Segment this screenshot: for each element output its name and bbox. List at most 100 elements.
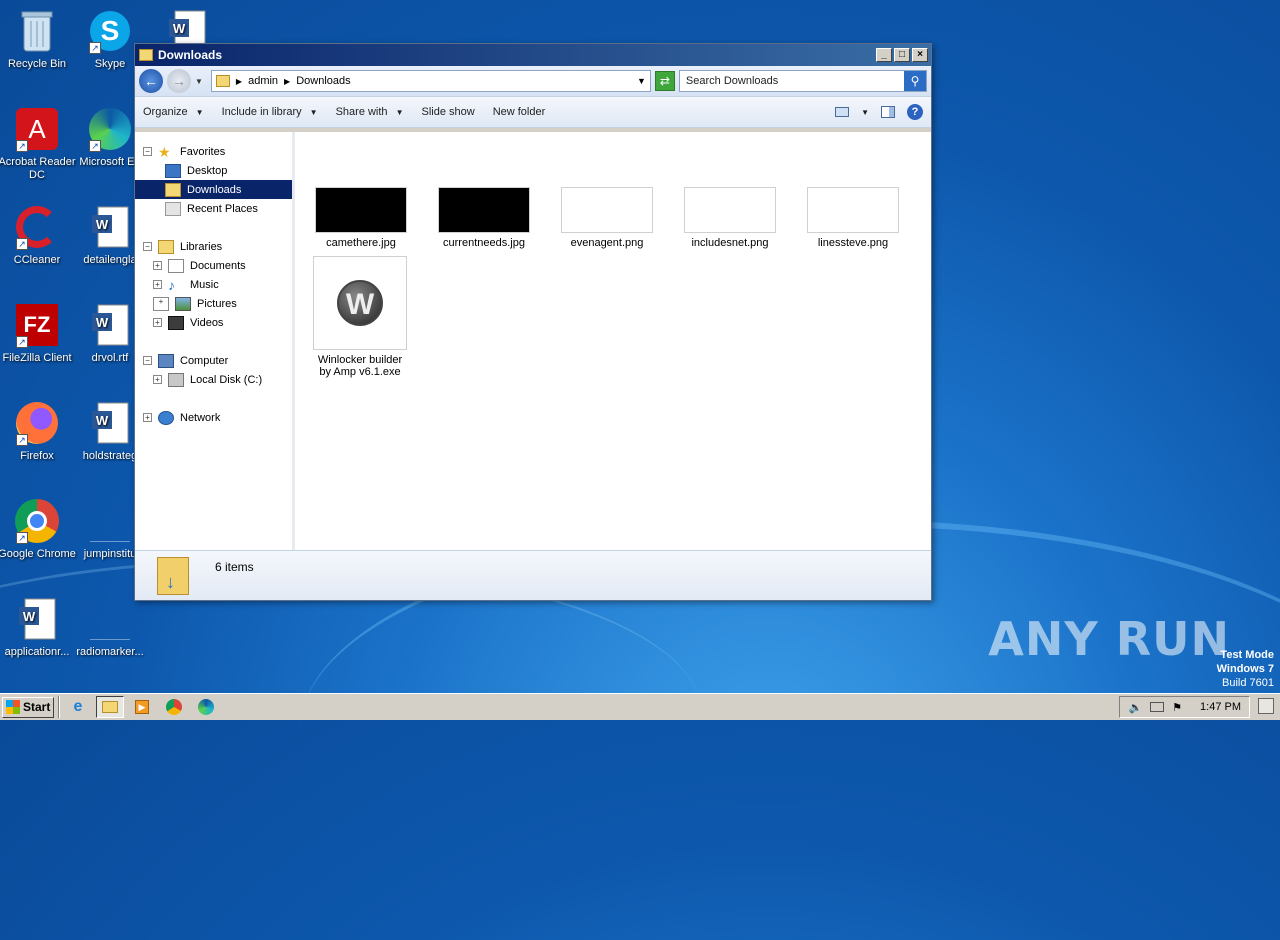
nav-downloads[interactable]: Downloads: [135, 180, 292, 199]
svg-text:W: W: [96, 413, 109, 428]
desktop-icon-radiomarker[interactable]: radiomarker...: [71, 596, 149, 659]
collapse-icon[interactable]: −: [143, 147, 152, 156]
svg-text:W: W: [173, 21, 186, 36]
search-box[interactable]: Search Downloads ⚲: [678, 70, 927, 92]
desktop-icon-label: Acrobat Reader DC: [0, 156, 76, 181]
skype-icon: S ↗: [87, 8, 133, 54]
breadcrumb-downloads[interactable]: Downloads: [296, 75, 350, 87]
help-icon[interactable]: ?: [907, 104, 923, 120]
nav-music[interactable]: + ♪ Music: [135, 275, 292, 294]
shortcut-arrow-icon: ↗: [16, 238, 28, 250]
close-button[interactable]: ×: [912, 48, 928, 62]
file-item[interactable]: W Winlocker builder by Amp v6.1.exe: [305, 256, 415, 378]
file-item[interactable]: currentneeds.jpg: [429, 187, 539, 249]
file-name: includesnet.png: [691, 237, 769, 249]
videos-icon: [168, 315, 184, 330]
breadcrumb-admin[interactable]: admin: [248, 75, 278, 87]
search-input[interactable]: Search Downloads: [686, 75, 778, 87]
desktop-icon: [165, 163, 181, 178]
minimize-button[interactable]: _: [876, 48, 892, 62]
edge-icon: [198, 699, 214, 715]
desktop-icon-recycle-bin[interactable]: Recycle Bin: [0, 8, 76, 71]
chrome-icon: [166, 699, 182, 715]
new-folder-button[interactable]: New folder: [493, 106, 546, 118]
volume-icon[interactable]: 🔈: [1128, 701, 1142, 714]
file-name-line-2: by Amp v6.1.exe: [319, 366, 401, 378]
clock[interactable]: 1:47 PM: [1200, 701, 1241, 713]
nav-network[interactable]: + Network: [135, 408, 292, 427]
maximize-button[interactable]: □: [894, 48, 910, 62]
breadcrumb-separator-icon[interactable]: ▶: [236, 77, 242, 86]
desktop-icon-label: applicationr...: [4, 646, 70, 658]
start-button[interactable]: Start: [2, 696, 54, 718]
address-bar[interactable]: ▶ admin ▶ Downloads ▼: [210, 70, 651, 92]
nav-desktop[interactable]: Desktop: [135, 161, 292, 180]
file-item[interactable]: linessteve.png: [798, 187, 908, 249]
desktop-icon-label: FileZilla Client: [2, 352, 72, 364]
window-titlebar[interactable]: Downloads _ □ ×: [135, 44, 931, 66]
taskbar-chrome[interactable]: [160, 696, 188, 718]
nav-videos[interactable]: + Videos: [135, 313, 292, 332]
desktop-icon-acrobat[interactable]: A ↗ Acrobat Reader DC: [0, 106, 76, 182]
taskbar-edge[interactable]: [192, 696, 220, 718]
organize-button[interactable]: Organize ▼: [143, 106, 204, 118]
nav-recent-places[interactable]: Recent Places: [135, 199, 292, 218]
desktop-icon-applicationr[interactable]: W applicationr...: [0, 596, 76, 659]
edge-icon: ↗: [87, 106, 133, 152]
image-thumbnail: [438, 187, 530, 233]
test-mode-line-2: Windows 7: [1216, 663, 1274, 675]
include-in-library-button[interactable]: Include in library ▼: [222, 106, 318, 118]
desktop-icon-ccleaner[interactable]: ↗ CCleaner: [0, 204, 76, 267]
expand-icon[interactable]: +: [153, 318, 162, 327]
nav-label: Music: [190, 278, 219, 291]
nav-computer[interactable]: − Computer: [135, 351, 292, 370]
nav-pictures[interactable]: + Pictures: [135, 294, 292, 313]
share-with-button[interactable]: Share with ▼: [336, 106, 404, 118]
slide-show-button[interactable]: Slide show: [421, 106, 474, 118]
action-center-flag-icon[interactable]: ⚑: [1172, 701, 1182, 714]
expand-icon[interactable]: +: [153, 375, 162, 384]
refresh-button[interactable]: ⇄: [654, 71, 675, 91]
nav-local-disk[interactable]: + Local Disk (C:): [135, 370, 292, 389]
recent-pages-dropdown[interactable]: ▼: [195, 77, 203, 86]
address-dropdown-icon[interactable]: ▼: [637, 76, 646, 86]
file-item[interactable]: includesnet.png: [675, 187, 785, 249]
expand-icon[interactable]: +: [153, 261, 162, 270]
desktop-icon-chrome[interactable]: ↗ Google Chrome: [0, 498, 76, 561]
expand-icon[interactable]: +: [153, 296, 169, 311]
nav-libraries[interactable]: − Libraries: [135, 237, 292, 256]
desktop-icon-label: Google Chrome: [0, 548, 76, 560]
breadcrumb-separator-icon[interactable]: ▶: [284, 77, 290, 86]
file-item[interactable]: camethere.jpg: [306, 187, 416, 249]
desktop-icon-firefox[interactable]: ↗ Firefox: [0, 400, 76, 463]
expand-icon[interactable]: +: [153, 280, 162, 289]
taskbar-ie[interactable]: e: [64, 696, 92, 718]
system-tray: 🔈 ⚑ 1:47 PM: [1119, 696, 1250, 718]
network-tray-icon[interactable]: [1150, 702, 1165, 712]
back-button[interactable]: ←: [139, 69, 163, 93]
folder-icon: [102, 701, 118, 713]
taskbar-media-player[interactable]: ▶: [128, 696, 156, 718]
change-view-icon[interactable]: [835, 107, 850, 117]
view-options-dropdown-icon[interactable]: ▼: [861, 108, 869, 117]
nav-favorites[interactable]: − ★ Favorites: [135, 142, 292, 161]
shortcut-arrow-icon: ↗: [16, 434, 28, 446]
file-item[interactable]: evenagent.png: [552, 187, 662, 249]
show-desktop-button[interactable]: [1258, 698, 1274, 714]
preview-pane-icon[interactable]: [881, 106, 895, 118]
folder-icon: [139, 49, 153, 61]
window-title: Downloads: [158, 48, 223, 62]
recycle-bin-icon: [14, 8, 60, 54]
taskbar-explorer[interactable]: [96, 696, 124, 718]
expand-icon[interactable]: +: [143, 413, 152, 422]
shortcut-arrow-icon: ↗: [89, 140, 101, 152]
computer-icon: [158, 353, 174, 368]
search-icon[interactable]: ⚲: [904, 71, 926, 91]
forward-button[interactable]: →: [167, 69, 191, 93]
collapse-icon[interactable]: −: [143, 356, 152, 365]
desktop-icon-filezilla[interactable]: FZ ↗ FileZilla Client: [0, 302, 76, 365]
file-name: currentneeds.jpg: [443, 237, 525, 249]
collapse-icon[interactable]: −: [143, 242, 152, 251]
nav-documents[interactable]: + Documents: [135, 256, 292, 275]
explorer-body: − ★ Favorites Desktop Downloads Recent P…: [135, 132, 931, 550]
